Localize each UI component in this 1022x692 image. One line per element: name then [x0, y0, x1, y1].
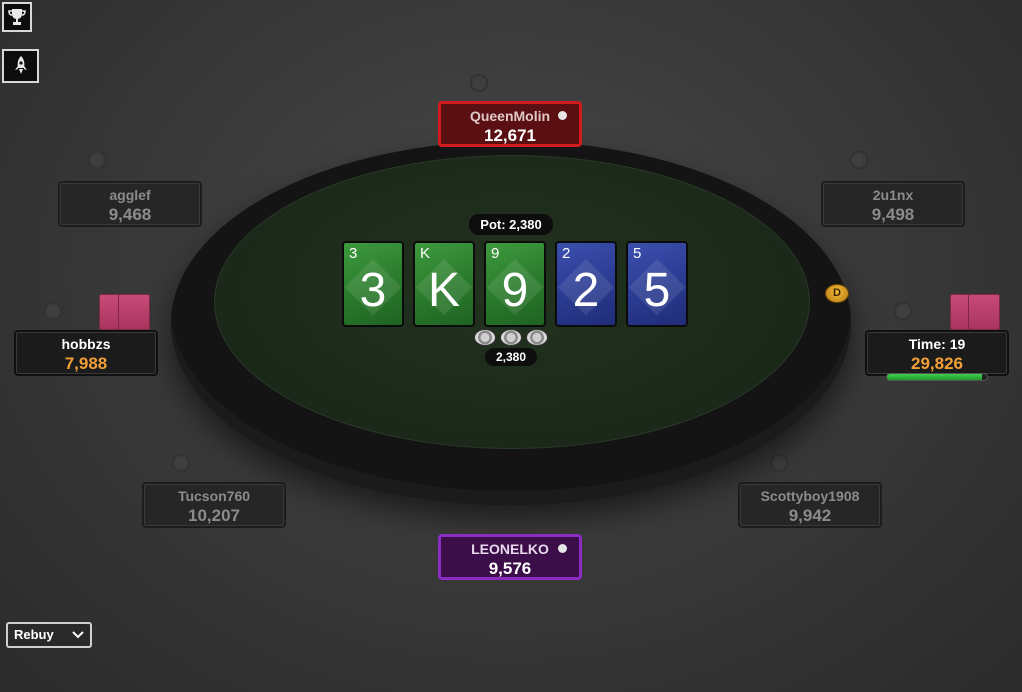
card-rank: 3 [359, 264, 387, 317]
player-stack: 9,576 [488, 559, 532, 578]
seat-marker [88, 151, 106, 169]
rocket-button[interactable] [2, 49, 39, 83]
board-card: 5 5 [626, 241, 688, 327]
card-rank: K [427, 264, 460, 317]
status-dot-icon [558, 544, 567, 553]
chevron-down-icon [72, 631, 84, 639]
player-stack: 9,468 [108, 205, 152, 224]
seat-bottom-left[interactable]: Tucson760 10,207 [142, 482, 286, 528]
status-dot-icon [558, 111, 567, 120]
board-card: K K [413, 241, 475, 327]
seat-right[interactable]: Time: 19 29,826 [865, 330, 1009, 376]
card-corner-rank: 5 [633, 245, 642, 262]
seat-marker [894, 302, 912, 320]
card-rank: 9 [501, 264, 529, 317]
seat-bottom[interactable]: LEONELKO 9,576 [438, 534, 582, 580]
player-name: Tucson760 [177, 488, 251, 504]
seat-marker [770, 454, 788, 472]
player-stack: 7,988 [64, 354, 108, 373]
rebuy-label: Rebuy [14, 627, 54, 642]
pot-label: Pot: 2,380 [469, 214, 553, 235]
chip-icon [500, 329, 522, 346]
player-stack: 12,671 [484, 126, 536, 145]
card-corner-rank: K [420, 245, 431, 262]
player-name: agglef [109, 187, 151, 203]
card-corner-rank: 3 [349, 245, 358, 262]
card-rank: 5 [643, 264, 671, 317]
player-name: Scottyboy1908 [760, 488, 860, 504]
board-card: 9 9 [484, 241, 546, 327]
seat-marker [172, 454, 190, 472]
rebuy-dropdown[interactable]: Rebuy [6, 622, 92, 648]
seat-marker [470, 74, 488, 92]
card-rank: 2 [572, 264, 600, 317]
seat-left[interactable]: hobbzs 7,988 [14, 330, 158, 376]
dealer-button: D [825, 284, 849, 303]
hole-card-back [968, 294, 1000, 330]
seat-top[interactable]: QueenMolin 12,671 [438, 101, 582, 147]
player-timer-label: Time: 19 [908, 336, 966, 352]
seat-bottom-right[interactable]: Scottyboy1908 9,942 [738, 482, 882, 528]
chip-icon [474, 329, 496, 346]
trophy-icon [8, 9, 26, 25]
player-stack: 9,498 [871, 205, 915, 224]
seat-top-right[interactable]: 2u1nx 9,498 [821, 181, 965, 227]
player-stack: 9,942 [788, 506, 832, 525]
player-stack: 10,207 [188, 506, 240, 525]
seat-marker [850, 151, 868, 169]
player-stack: 29,826 [911, 354, 963, 373]
player-name: hobbzs [61, 336, 111, 352]
turn-timer-fill [887, 374, 982, 380]
bet-amount: 2,380 [485, 348, 537, 366]
rocket-icon [14, 56, 27, 74]
card-corner-rank: 2 [562, 245, 571, 262]
board-card: 3 3 [342, 241, 404, 327]
seat-marker [44, 302, 62, 320]
board-card: 2 2 [555, 241, 617, 327]
trophy-button[interactable] [2, 2, 32, 32]
seat-top-left[interactable]: agglef 9,468 [58, 181, 202, 227]
turn-timer-bar [886, 373, 988, 381]
player-name: 2u1nx [872, 187, 914, 203]
card-corner-rank: 9 [491, 245, 500, 262]
chip-icon [526, 329, 548, 346]
hole-card-back [118, 294, 150, 330]
